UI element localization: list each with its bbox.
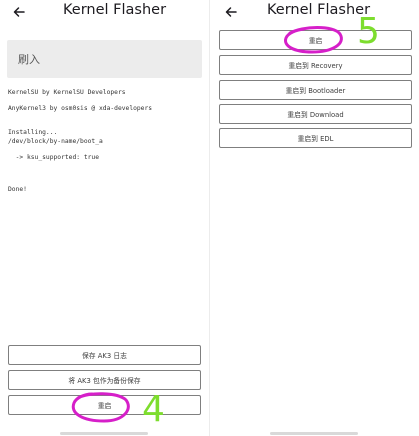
flash-result-screen: Kernel Flasher 刷入 KernelSU by KernelSU D… (0, 0, 209, 436)
reboot-button[interactable]: 重启 (219, 30, 412, 50)
flash-log-output: KernelSU by KernelSU Developers AnyKerne… (8, 89, 153, 194)
app-title: Kernel Flasher (267, 2, 371, 18)
reboot-download-button[interactable]: 重启到 Download (219, 104, 412, 124)
reboot-bootloader-button[interactable]: 重启到 Bootloader (219, 80, 412, 100)
reboot-edl-button[interactable]: 重启到 EDL (219, 128, 412, 148)
app-title: Kernel Flasher (63, 2, 167, 18)
section-title: 刷入 (18, 53, 40, 66)
arrow-back-icon[interactable] (11, 4, 27, 20)
gesture-nav-bar (60, 432, 148, 435)
step-number-5: 5 (357, 11, 380, 52)
reboot-button[interactable]: 重启 (8, 395, 201, 415)
gesture-nav-bar (270, 432, 358, 435)
step-number-4: 4 (142, 389, 165, 430)
screenshot-root: Kernel Flasher 刷入 KernelSU by KernelSU D… (0, 0, 419, 436)
save-ak3-log-button[interactable]: 保存 AK3 日志 (8, 345, 201, 365)
reboot-options-screen: Kernel Flasher 重启 重启到 Recovery 重启到 Bootl… (210, 0, 419, 436)
reboot-recovery-button[interactable]: 重启到 Recovery (219, 55, 412, 75)
flash-section-header: 刷入 (7, 40, 202, 78)
save-ak3-backup-button[interactable]: 将 AK3 包作为备份保存 (8, 370, 201, 390)
arrow-back-icon[interactable] (223, 4, 239, 20)
